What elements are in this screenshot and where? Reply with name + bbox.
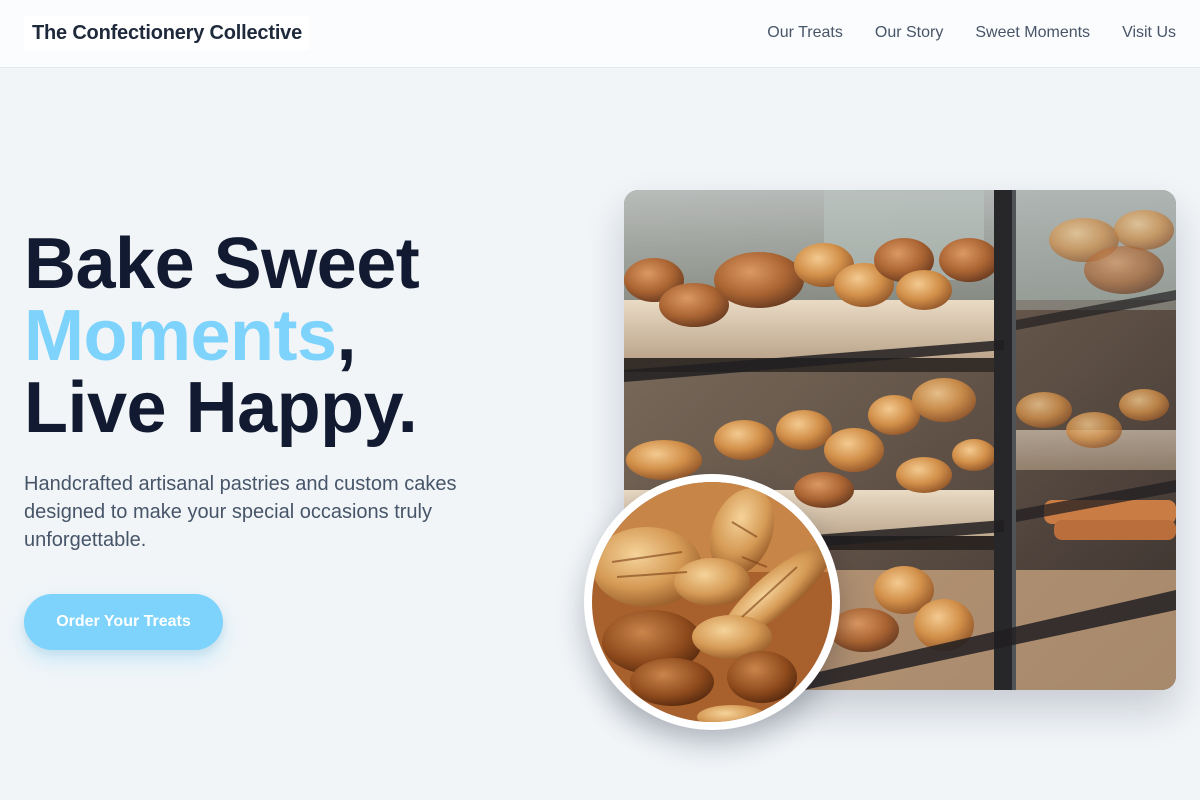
- headline-line-3: Live Happy.: [24, 368, 418, 448]
- artisan-breads-illustration: [592, 482, 832, 722]
- hero-headline: Bake Sweet Moments, Live Happy.: [24, 228, 564, 444]
- nav-link-our-treats[interactable]: Our Treats: [767, 22, 843, 44]
- brand-logo[interactable]: The Confectionery Collective: [24, 16, 311, 50]
- nav-link-our-story[interactable]: Our Story: [875, 22, 943, 44]
- main-nav: Our Treats Our Story Sweet Moments Visit…: [767, 22, 1176, 44]
- nav-link-sweet-moments[interactable]: Sweet Moments: [975, 22, 1090, 44]
- nav-link-visit-us[interactable]: Visit Us: [1122, 22, 1176, 44]
- headline-comma: ,: [336, 296, 357, 376]
- artisan-breads-frame: [592, 482, 832, 722]
- headline-line-1: Bake Sweet: [24, 224, 420, 304]
- site-header: The Confectionery Collective Our Treats …: [0, 0, 1200, 68]
- headline-accent: Moments: [24, 296, 337, 376]
- hero-subtitle: Handcrafted artisanal pastries and custo…: [24, 473, 457, 551]
- order-treats-button[interactable]: Order Your Treats: [24, 594, 223, 650]
- headline-line-2: Moments,: [24, 300, 564, 372]
- artisan-breads-image: [584, 474, 840, 730]
